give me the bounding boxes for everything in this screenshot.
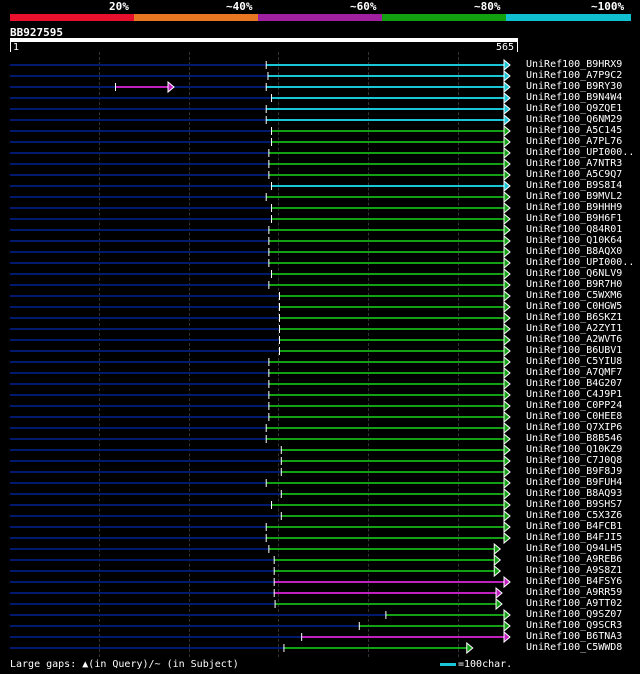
hit-name-link[interactable]: UniRef100_Q9SZ07	[526, 609, 636, 620]
hit-name-link[interactable]: UniRef100_Q10KZ9	[526, 444, 636, 455]
hit-name-link[interactable]: UniRef100_A5C145	[526, 125, 636, 136]
hit-name-link[interactable]: UniRef100_B6UBV1	[526, 345, 636, 356]
legend-segment	[10, 14, 135, 21]
hit-name-link[interactable]: UniRef100_B4G207	[526, 378, 636, 389]
hit-name-link[interactable]: UniRef100_UPI000..	[526, 257, 636, 268]
hit-name-link[interactable]: UniRef100_UPI000..	[526, 147, 636, 158]
hit-name-link[interactable]: UniRef100_B9H6F1	[526, 213, 636, 224]
hit-name-link[interactable]: UniRef100_C7J0Q8	[526, 455, 636, 466]
hit-name-link[interactable]: UniRef100_A9S8Z1	[526, 565, 636, 576]
legend-segment	[258, 14, 383, 21]
hit-name-link[interactable]: UniRef100_Q10K64	[526, 235, 636, 246]
scale-text: =100char.	[458, 659, 513, 670]
hit-name-link[interactable]: UniRef100_Q94LH5	[526, 543, 636, 554]
legend-segment	[382, 14, 507, 21]
legend-label: ~80%	[474, 0, 501, 13]
hit-name-link[interactable]: UniRef100_C5YIU8	[526, 356, 636, 367]
hit-name-link[interactable]: UniRef100_B4FCB1	[526, 521, 636, 532]
ruler-end-tick	[517, 42, 518, 52]
legend-segment	[506, 14, 631, 21]
hit-name-link[interactable]: UniRef100_B9R7H0	[526, 279, 636, 290]
hit-name-link[interactable]: UniRef100_A7PL76	[526, 136, 636, 147]
hit-name-link[interactable]: UniRef100_B8AQX0	[526, 246, 636, 257]
hit-name-link[interactable]: UniRef100_B9N4W4	[526, 92, 636, 103]
hit-name-link[interactable]: UniRef100_B4FSY6	[526, 576, 636, 587]
hit-name-link[interactable]: UniRef100_A5C9Q7	[526, 169, 636, 180]
hit-name-link[interactable]: UniRef100_B9FUH4	[526, 477, 636, 488]
hit-name-link[interactable]: UniRef100_C5WWD8	[526, 642, 636, 653]
legend-label: ~100%	[591, 0, 625, 13]
hit-name-link[interactable]: UniRef100_B4FJI5	[526, 532, 636, 543]
hit-name-link[interactable]: UniRef100_B9SHS7	[526, 499, 636, 510]
scale-legend: =100char.	[440, 659, 512, 670]
hit-name-link[interactable]: UniRef100_B6TNA3	[526, 631, 636, 642]
hit-name-link[interactable]: UniRef100_A7QMF7	[526, 367, 636, 378]
hit-name-link[interactable]: UniRef100_C5WXM6	[526, 290, 636, 301]
hit-name-link[interactable]: UniRef100_C0PP24	[526, 400, 636, 411]
hit-name-link[interactable]: UniRef100_C4J9P1	[526, 389, 636, 400]
legend-segment	[134, 14, 259, 21]
hit-name-link[interactable]: UniRef100_Q6NM29	[526, 114, 636, 125]
identity-legend-bar: 20% ~40% ~60% ~80% ~100%	[10, 0, 631, 21]
hit-name-link[interactable]: UniRef100_A7NTR3	[526, 158, 636, 169]
hit-name-link[interactable]: UniRef100_B9RY30	[526, 81, 636, 92]
hit-name-link[interactable]: UniRef100_B8AQ93	[526, 488, 636, 499]
hit-name-link[interactable]: UniRef100_Q7XIP6	[526, 422, 636, 433]
legend-label: ~40%	[226, 0, 253, 13]
hit-name-link[interactable]: UniRef100_B9HHH9	[526, 202, 636, 213]
scale-bar-icon	[440, 662, 456, 666]
gap-legend: Large gaps: ▲(in Query)/~ (in Subject)	[10, 659, 239, 670]
query-ruler	[10, 38, 518, 42]
hit-name-link[interactable]: UniRef100_A2ZYI1	[526, 323, 636, 334]
subject-gap-text: (in Subject)	[160, 659, 239, 670]
hit-name-link[interactable]: UniRef100_A9TT02	[526, 598, 636, 609]
gap-legend-label: Large gaps:	[10, 659, 77, 670]
hit-row[interactable]: UniRef100_C5WWD8	[0, 642, 640, 654]
hit-name-link[interactable]: UniRef100_Q9SCR3	[526, 620, 636, 631]
hit-name-link[interactable]: UniRef100_B6SKZ1	[526, 312, 636, 323]
hit-name-link[interactable]: UniRef100_B8B546	[526, 433, 636, 444]
hit-name-link[interactable]: UniRef100_B9MVL2	[526, 191, 636, 202]
ruler-start-tick	[10, 42, 11, 52]
hit-name-link[interactable]: UniRef100_A7P9C2	[526, 70, 636, 81]
hit-name-link[interactable]: UniRef100_A2WVT6	[526, 334, 636, 345]
hit-name-link[interactable]: UniRef100_C5X3Z6	[526, 510, 636, 521]
legend-label: 20%	[109, 0, 129, 13]
hit-name-link[interactable]: UniRef100_Q9ZQE1	[526, 103, 636, 114]
hit-name-link[interactable]: UniRef100_C0HGW5	[526, 301, 636, 312]
hit-name-link[interactable]: UniRef100_A9RR59	[526, 587, 636, 598]
legend-label: ~60%	[350, 0, 377, 13]
query-gap-text: (in Query)/	[88, 659, 155, 670]
hit-name-link[interactable]: UniRef100_A9REB6	[526, 554, 636, 565]
hit-name-link[interactable]: UniRef100_B9F8J9	[526, 466, 636, 477]
hit-name-link[interactable]: UniRef100_B9S8I4	[526, 180, 636, 191]
hit-name-link[interactable]: UniRef100_Q6NLV9	[526, 268, 636, 279]
hit-name-link[interactable]: UniRef100_B9HRX9	[526, 59, 636, 70]
hit-name-link[interactable]: UniRef100_Q84R01	[526, 224, 636, 235]
hit-name-link[interactable]: UniRef100_C0HEE8	[526, 411, 636, 422]
